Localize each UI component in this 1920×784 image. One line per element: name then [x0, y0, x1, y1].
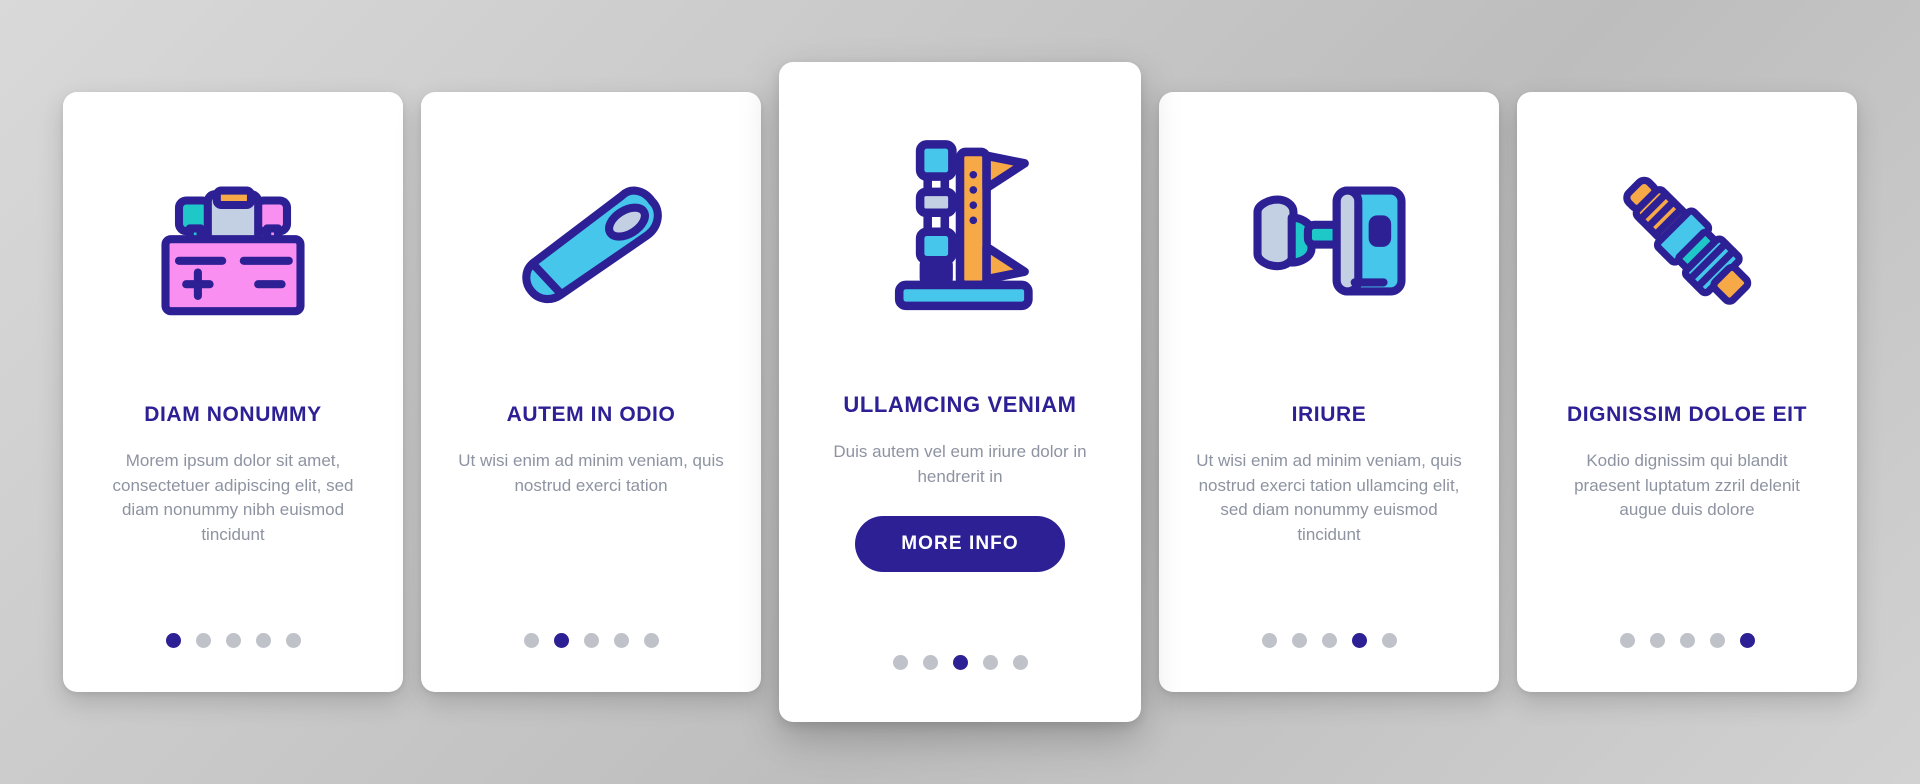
pagination-dot[interactable] — [1291, 633, 1307, 648]
pagination-dot[interactable] — [1709, 633, 1725, 648]
onboarding-card-4[interactable]: IRIURE Ut wisi enim ad minim veniam, qui… — [1159, 92, 1499, 692]
card-title: IRIURE — [1291, 403, 1367, 426]
onboarding-card-1[interactable]: DIAM NONUMMY Morem ipsum dolor sit amet,… — [63, 92, 403, 692]
pagination-dot[interactable] — [982, 655, 998, 670]
pagination-dot[interactable] — [1739, 633, 1755, 648]
card-description: Morem ipsum dolor sit amet, consectetuer… — [112, 451, 354, 545]
pagination-dot[interactable] — [952, 655, 968, 670]
pagination-dots[interactable] — [165, 615, 301, 648]
card-title: DIGNISSIM DOLOE EIT — [1566, 403, 1808, 426]
phone-suction-holder-icon — [1185, 126, 1473, 356]
spark-plug-icon — [1543, 126, 1831, 356]
card-title: DIAM NONUMMY — [144, 403, 322, 426]
pagination-dot[interactable] — [225, 633, 241, 648]
card-description: Ut wisi enim ad minim veniam, quis nostr… — [1196, 451, 1462, 545]
pagination-dot[interactable] — [165, 633, 181, 648]
pagination-dot[interactable] — [583, 633, 599, 648]
onboarding-card-2[interactable]: AUTEM IN ODIO Ut wisi enim ad minim veni… — [421, 92, 761, 692]
more-info-button[interactable]: MORE INFO — [855, 515, 1065, 572]
onboarding-card-3[interactable]: ULLAMCING VENIAM Duis autem vel eum iriu… — [779, 62, 1141, 722]
pagination-dot[interactable] — [523, 633, 539, 648]
pagination-dot[interactable] — [1679, 633, 1695, 648]
card-description: Kodio dignissim qui blandit praesent lup… — [1574, 451, 1800, 520]
car-battery-icon — [89, 126, 377, 356]
pagination-dot[interactable] — [195, 633, 211, 648]
card-description: Duis autem vel eum iriure dolor in hendr… — [833, 442, 1087, 487]
air-blow-gun-icon — [447, 126, 735, 356]
pagination-dot[interactable] — [553, 633, 569, 648]
pagination-dot[interactable] — [1381, 633, 1397, 648]
pagination-dot[interactable] — [922, 655, 938, 670]
pagination-dots[interactable] — [892, 637, 1028, 670]
card-title: ULLAMCING VENIAM — [843, 392, 1077, 417]
pagination-dots[interactable] — [1261, 615, 1397, 648]
pagination-dot[interactable] — [1321, 633, 1337, 648]
card-title: AUTEM IN ODIO — [506, 403, 676, 426]
pagination-dot[interactable] — [1619, 633, 1635, 648]
pagination-dot[interactable] — [1649, 633, 1665, 648]
pagination-dot[interactable] — [1012, 655, 1028, 670]
pagination-dot[interactable] — [643, 633, 659, 648]
onboarding-screens-stage: DIAM NONUMMY Morem ipsum dolor sit amet,… — [0, 0, 1920, 784]
cards-row: DIAM NONUMMY Morem ipsum dolor sit amet,… — [63, 62, 1857, 722]
pagination-dot[interactable] — [285, 633, 301, 648]
micrometer-caliper-icon — [809, 102, 1111, 352]
pagination-dots[interactable] — [523, 615, 659, 648]
pagination-dot[interactable] — [1351, 633, 1367, 648]
pagination-dot[interactable] — [1261, 633, 1277, 648]
pagination-dot[interactable] — [255, 633, 271, 648]
pagination-dots[interactable] — [1619, 615, 1755, 648]
pagination-dot[interactable] — [892, 655, 908, 670]
onboarding-card-5[interactable]: DIGNISSIM DOLOE EIT Kodio dignissim qui … — [1517, 92, 1857, 692]
pagination-dot[interactable] — [613, 633, 629, 648]
card-description: Ut wisi enim ad minim veniam, quis nostr… — [458, 451, 724, 495]
